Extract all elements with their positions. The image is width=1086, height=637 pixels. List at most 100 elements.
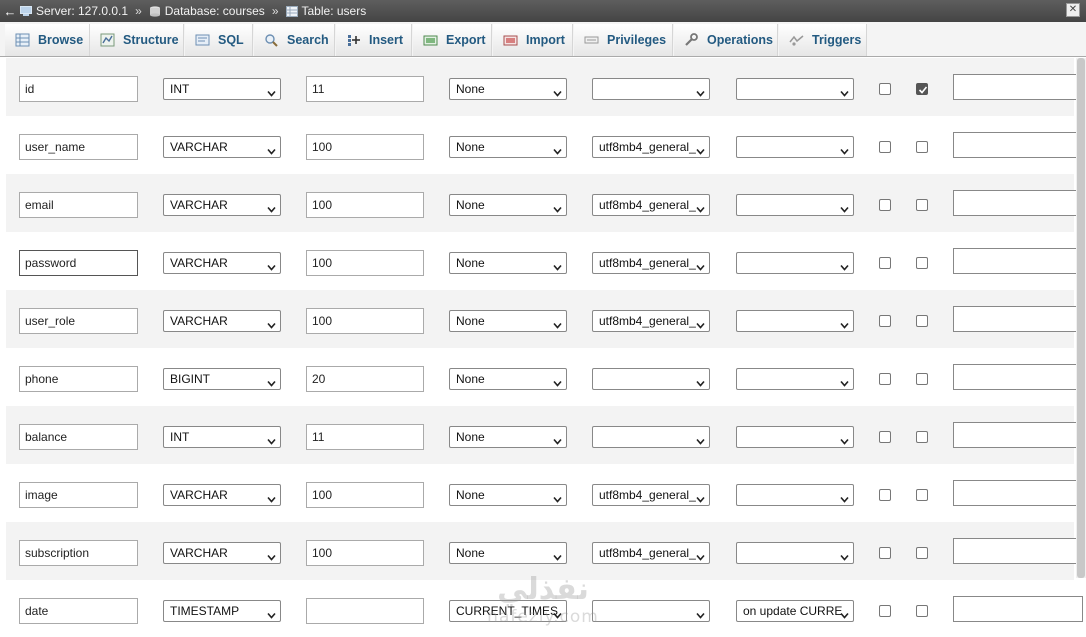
- tab-search[interactable]: Search: [254, 24, 335, 56]
- null-checkbox[interactable]: [879, 489, 891, 501]
- null-checkbox[interactable]: [879, 373, 891, 385]
- column-collation-select[interactable]: utf8mb4_general_: [592, 484, 710, 506]
- tab-structure[interactable]: Structure: [90, 24, 184, 56]
- column-collation-select[interactable]: utf8mb4_general_: [592, 252, 710, 274]
- column-collation-select[interactable]: [592, 600, 710, 622]
- column-collation-select[interactable]: utf8mb4_general_: [592, 542, 710, 564]
- column-attributes-select[interactable]: [736, 194, 854, 216]
- column-default-select[interactable]: None: [449, 542, 567, 564]
- column-length-input[interactable]: 100: [306, 540, 424, 566]
- column-length-input[interactable]: 100: [306, 192, 424, 218]
- column-comment-input[interactable]: [953, 74, 1083, 100]
- column-comment-input[interactable]: [953, 538, 1083, 564]
- tab-import[interactable]: Import: [493, 24, 573, 56]
- scrollbar-thumb[interactable]: [1077, 58, 1085, 578]
- null-checkbox[interactable]: [879, 141, 891, 153]
- null-checkbox[interactable]: [879, 605, 891, 617]
- column-name-input[interactable]: id: [19, 76, 138, 102]
- null-checkbox[interactable]: [879, 257, 891, 269]
- column-default-select[interactable]: None: [449, 194, 567, 216]
- column-attributes-select[interactable]: [736, 542, 854, 564]
- null-checkbox[interactable]: [879, 431, 891, 443]
- index-checkbox[interactable]: [916, 605, 928, 617]
- column-length-input[interactable]: 11: [306, 76, 424, 102]
- column-name-input[interactable]: user_name: [19, 134, 138, 160]
- column-type-select[interactable]: VARCHAR: [163, 484, 281, 506]
- tab-operations[interactable]: Operations: [674, 24, 778, 56]
- column-length-input[interactable]: 100: [306, 250, 424, 276]
- column-default-select[interactable]: None: [449, 484, 567, 506]
- tab-insert[interactable]: Insert: [336, 24, 412, 56]
- vertical-scrollbar[interactable]: [1076, 58, 1086, 578]
- index-checkbox[interactable]: [916, 199, 928, 211]
- column-attributes-select[interactable]: [736, 136, 854, 158]
- index-checkbox[interactable]: [916, 257, 928, 269]
- column-default-select[interactable]: None: [449, 252, 567, 274]
- column-name-input[interactable]: balance: [19, 424, 138, 450]
- index-checkbox[interactable]: [916, 373, 928, 385]
- column-type-select[interactable]: VARCHAR: [163, 252, 281, 274]
- column-name-input[interactable]: email: [19, 192, 138, 218]
- column-name-input[interactable]: subscription: [19, 540, 138, 566]
- tab-export[interactable]: Export: [413, 24, 492, 56]
- column-collation-select[interactable]: [592, 368, 710, 390]
- index-checkbox[interactable]: [916, 141, 928, 153]
- column-collation-select[interactable]: utf8mb4_general_: [592, 194, 710, 216]
- column-collation-select[interactable]: [592, 426, 710, 448]
- column-type-select[interactable]: BIGINT: [163, 368, 281, 390]
- column-comment-input[interactable]: [953, 132, 1083, 158]
- tab-sql[interactable]: SQL: [185, 24, 253, 56]
- index-checkbox[interactable]: [916, 489, 928, 501]
- column-comment-input[interactable]: [953, 422, 1083, 448]
- column-default-select[interactable]: None: [449, 368, 567, 390]
- index-checkbox[interactable]: [916, 547, 928, 559]
- column-attributes-select[interactable]: [736, 252, 854, 274]
- tab-triggers[interactable]: Triggers: [779, 24, 867, 56]
- column-collation-select[interactable]: [592, 78, 710, 100]
- close-icon[interactable]: ✕: [1066, 3, 1080, 17]
- column-name-input[interactable]: user_role: [19, 308, 138, 334]
- column-attributes-select[interactable]: on update CURRE: [736, 600, 854, 622]
- column-comment-input[interactable]: [953, 248, 1083, 274]
- column-comment-input[interactable]: [953, 364, 1083, 390]
- null-checkbox[interactable]: [879, 199, 891, 211]
- column-type-select[interactable]: INT: [163, 426, 281, 448]
- column-attributes-select[interactable]: [736, 368, 854, 390]
- breadcrumb-database[interactable]: Database: courses: [149, 4, 265, 18]
- column-length-input[interactable]: 20: [306, 366, 424, 392]
- column-name-input[interactable]: password: [19, 250, 138, 276]
- column-attributes-select[interactable]: [736, 426, 854, 448]
- column-default-select[interactable]: None: [449, 136, 567, 158]
- column-type-select[interactable]: TIMESTAMP: [163, 600, 281, 622]
- column-default-select[interactable]: None: [449, 426, 567, 448]
- column-comment-input[interactable]: [953, 190, 1083, 216]
- column-name-input[interactable]: phone: [19, 366, 138, 392]
- column-length-input[interactable]: 100: [306, 482, 424, 508]
- column-length-input[interactable]: [306, 598, 424, 624]
- index-checkbox[interactable]: [916, 315, 928, 327]
- index-checkbox[interactable]: [916, 83, 928, 95]
- back-arrow-icon[interactable]: ←: [0, 4, 20, 19]
- column-length-input[interactable]: 11: [306, 424, 424, 450]
- column-comment-input[interactable]: [953, 596, 1083, 622]
- column-type-select[interactable]: VARCHAR: [163, 542, 281, 564]
- column-type-select[interactable]: VARCHAR: [163, 194, 281, 216]
- column-attributes-select[interactable]: [736, 78, 854, 100]
- column-length-input[interactable]: 100: [306, 134, 424, 160]
- breadcrumb-server[interactable]: Server: 127.0.0.1: [20, 4, 128, 18]
- index-checkbox[interactable]: [916, 431, 928, 443]
- column-attributes-select[interactable]: [736, 310, 854, 332]
- column-default-select[interactable]: None: [449, 78, 567, 100]
- column-name-input[interactable]: date: [19, 598, 138, 624]
- null-checkbox[interactable]: [879, 315, 891, 327]
- column-collation-select[interactable]: utf8mb4_general_: [592, 310, 710, 332]
- breadcrumb-table[interactable]: Table: users: [285, 4, 366, 18]
- column-collation-select[interactable]: utf8mb4_general_: [592, 136, 710, 158]
- column-type-select[interactable]: INT: [163, 78, 281, 100]
- column-default-select[interactable]: None: [449, 310, 567, 332]
- tab-privileges[interactable]: Privileges: [574, 24, 673, 56]
- null-checkbox[interactable]: [879, 547, 891, 559]
- tab-browse[interactable]: Browse: [5, 24, 90, 56]
- column-length-input[interactable]: 100: [306, 308, 424, 334]
- column-type-select[interactable]: VARCHAR: [163, 136, 281, 158]
